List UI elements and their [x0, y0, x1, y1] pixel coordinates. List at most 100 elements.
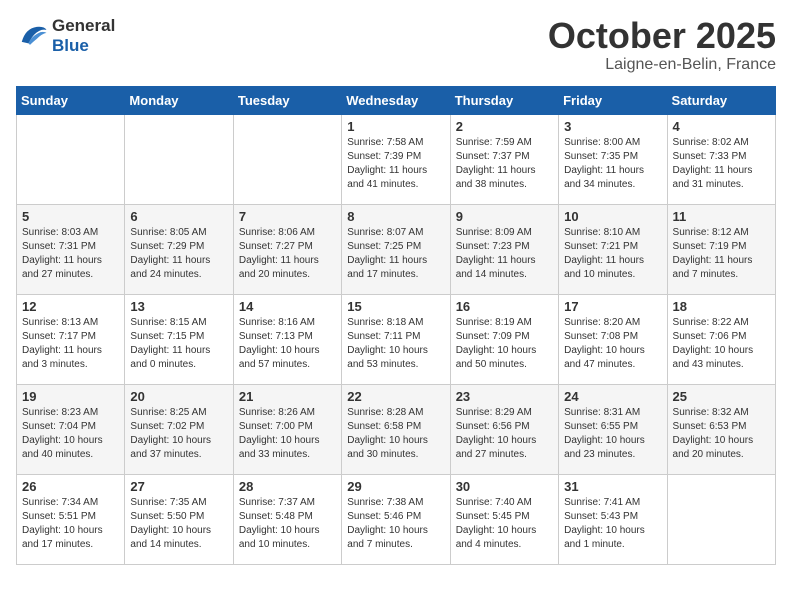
calendar-cell: 21 Sunrise: 8:26 AM Sunset: 7:00 PM Dayli…	[233, 384, 341, 474]
calendar-cell	[125, 114, 233, 204]
calendar-cell: 22 Sunrise: 8:28 AM Sunset: 6:58 PM Dayli…	[342, 384, 450, 474]
day-number: 12	[22, 299, 119, 314]
calendar-cell: 19Sunrise: 8:23 AM Sunset: 7:04 PM Dayli…	[17, 384, 125, 474]
weekday-header-sunday: Sunday	[17, 86, 125, 114]
calendar-cell: 12 Sunrise: 8:13 AM Sunset: 7:17 PM Dayli…	[17, 294, 125, 384]
calendar-cell: 23 Sunrise: 8:29 AM Sunset: 6:56 PM Dayli…	[450, 384, 558, 474]
calendar-cell: 4 Sunrise: 8:02 AM Sunset: 7:33 PM Daylig…	[667, 114, 775, 204]
week-row-2: 5 Sunrise: 8:03 AM Sunset: 7:31 PM Daylig…	[17, 204, 776, 294]
logo-general: General	[52, 16, 115, 36]
day-number: 8	[347, 209, 444, 224]
day-number: 30	[456, 479, 553, 494]
day-info: Sunrise: 7:38 AM Sunset: 5:46 PM Dayligh…	[347, 496, 444, 552]
day-info: Sunrise: 8:06 AM Sunset: 7:27 PM Dayligh…	[239, 226, 336, 282]
day-info: Sunrise: 7:41 AM Sunset: 5:43 PM Dayligh…	[564, 496, 661, 552]
day-info: Sunrise: 8:26 AM Sunset: 7:00 PM Dayligh…	[239, 406, 336, 462]
day-number: 15	[347, 299, 444, 314]
day-number: 27	[130, 479, 227, 494]
week-row-3: 12 Sunrise: 8:13 AM Sunset: 7:17 PM Dayli…	[17, 294, 776, 384]
weekday-header-monday: Monday	[125, 86, 233, 114]
day-number: 10	[564, 209, 661, 224]
day-info: Sunrise: 8:03 AM Sunset: 7:31 PM Dayligh…	[22, 226, 119, 282]
day-number: 13	[130, 299, 227, 314]
day-number: 16	[456, 299, 553, 314]
calendar-table: SundayMondayTuesdayWednesdayThursdayFrid…	[16, 86, 776, 565]
day-number: 4	[673, 119, 770, 134]
week-row-1: 1 Sunrise: 7:58 AM Sunset: 7:39 PM Daylig…	[17, 114, 776, 204]
day-number: 22	[347, 389, 444, 404]
day-info: Sunrise: 8:29 AM Sunset: 6:56 PM Dayligh…	[456, 406, 553, 462]
day-number: 21	[239, 389, 336, 404]
calendar-cell: 16 Sunrise: 8:19 AM Sunset: 7:09 PM Dayli…	[450, 294, 558, 384]
calendar-cell: 31 Sunrise: 7:41 AM Sunset: 5:43 PM Dayli…	[559, 474, 667, 564]
day-info: Sunrise: 8:23 AM Sunset: 7:04 PM Dayligh…	[22, 406, 119, 462]
calendar-cell: 8 Sunrise: 8:07 AM Sunset: 7:25 PM Daylig…	[342, 204, 450, 294]
week-row-5: 26Sunrise: 7:34 AM Sunset: 5:51 PM Dayli…	[17, 474, 776, 564]
calendar-cell: 11 Sunrise: 8:12 AM Sunset: 7:19 PM Dayli…	[667, 204, 775, 294]
day-info: Sunrise: 8:15 AM Sunset: 7:15 PM Dayligh…	[130, 316, 227, 372]
day-number: 14	[239, 299, 336, 314]
logo-blue: Blue	[52, 36, 115, 56]
day-number: 11	[673, 209, 770, 224]
calendar-cell: 17Sunrise: 8:20 AM Sunset: 7:08 PM Dayli…	[559, 294, 667, 384]
day-number: 28	[239, 479, 336, 494]
day-number: 5	[22, 209, 119, 224]
day-info: Sunrise: 8:10 AM Sunset: 7:21 PM Dayligh…	[564, 226, 661, 282]
day-info: Sunrise: 8:31 AM Sunset: 6:55 PM Dayligh…	[564, 406, 661, 462]
day-info: Sunrise: 7:35 AM Sunset: 5:50 PM Dayligh…	[130, 496, 227, 552]
calendar-cell: 24 Sunrise: 8:31 AM Sunset: 6:55 PM Dayli…	[559, 384, 667, 474]
day-number: 6	[130, 209, 227, 224]
calendar-cell: 15 Sunrise: 8:18 AM Sunset: 7:11 PM Dayli…	[342, 294, 450, 384]
day-number: 3	[564, 119, 661, 134]
calendar-cell: 29 Sunrise: 7:38 AM Sunset: 5:46 PM Dayli…	[342, 474, 450, 564]
calendar-cell: 3 Sunrise: 8:00 AM Sunset: 7:35 PM Daylig…	[559, 114, 667, 204]
day-number: 25	[673, 389, 770, 404]
weekday-header-row: SundayMondayTuesdayWednesdayThursdayFrid…	[17, 86, 776, 114]
calendar-cell: 14 Sunrise: 8:16 AM Sunset: 7:13 PM Dayli…	[233, 294, 341, 384]
calendar-cell: 26Sunrise: 7:34 AM Sunset: 5:51 PM Dayli…	[17, 474, 125, 564]
day-number: 31	[564, 479, 661, 494]
day-info: Sunrise: 7:58 AM Sunset: 7:39 PM Dayligh…	[347, 136, 444, 192]
day-info: Sunrise: 8:18 AM Sunset: 7:11 PM Dayligh…	[347, 316, 444, 372]
location: Laigne-en-Belin, France	[548, 56, 776, 74]
day-info: Sunrise: 8:05 AM Sunset: 7:29 PM Dayligh…	[130, 226, 227, 282]
day-number: 29	[347, 479, 444, 494]
month-title: October 2025	[548, 16, 776, 56]
day-info: Sunrise: 7:34 AM Sunset: 5:51 PM Dayligh…	[22, 496, 119, 552]
day-info: Sunrise: 7:59 AM Sunset: 7:37 PM Dayligh…	[456, 136, 553, 192]
day-number: 9	[456, 209, 553, 224]
calendar-cell: 6 Sunrise: 8:05 AM Sunset: 7:29 PM Daylig…	[125, 204, 233, 294]
calendar-cell	[667, 474, 775, 564]
day-info: Sunrise: 8:16 AM Sunset: 7:13 PM Dayligh…	[239, 316, 336, 372]
calendar-cell: 27 Sunrise: 7:35 AM Sunset: 5:50 PM Dayli…	[125, 474, 233, 564]
calendar-cell	[17, 114, 125, 204]
calendar-cell: 5 Sunrise: 8:03 AM Sunset: 7:31 PM Daylig…	[17, 204, 125, 294]
calendar-cell: 7Sunrise: 8:06 AM Sunset: 7:27 PM Daylig…	[233, 204, 341, 294]
calendar-cell: 28 Sunrise: 7:37 AM Sunset: 5:48 PM Dayli…	[233, 474, 341, 564]
calendar-cell: 13 Sunrise: 8:15 AM Sunset: 7:15 PM Dayli…	[125, 294, 233, 384]
day-number: 2	[456, 119, 553, 134]
day-info: Sunrise: 8:25 AM Sunset: 7:02 PM Dayligh…	[130, 406, 227, 462]
calendar-cell: 30 Sunrise: 7:40 AM Sunset: 5:45 PM Dayli…	[450, 474, 558, 564]
day-number: 17	[564, 299, 661, 314]
day-info: Sunrise: 8:12 AM Sunset: 7:19 PM Dayligh…	[673, 226, 770, 282]
day-info: Sunrise: 8:13 AM Sunset: 7:17 PM Dayligh…	[22, 316, 119, 372]
weekday-header-wednesday: Wednesday	[342, 86, 450, 114]
day-info: Sunrise: 7:37 AM Sunset: 5:48 PM Dayligh…	[239, 496, 336, 552]
weekday-header-thursday: Thursday	[450, 86, 558, 114]
calendar-cell: 2 Sunrise: 7:59 AM Sunset: 7:37 PM Daylig…	[450, 114, 558, 204]
calendar-cell: 1 Sunrise: 7:58 AM Sunset: 7:39 PM Daylig…	[342, 114, 450, 204]
day-info: Sunrise: 8:00 AM Sunset: 7:35 PM Dayligh…	[564, 136, 661, 192]
calendar-cell: 25Sunrise: 8:32 AM Sunset: 6:53 PM Dayli…	[667, 384, 775, 474]
day-info: Sunrise: 8:19 AM Sunset: 7:09 PM Dayligh…	[456, 316, 553, 372]
day-info: Sunrise: 8:02 AM Sunset: 7:33 PM Dayligh…	[673, 136, 770, 192]
day-info: Sunrise: 8:07 AM Sunset: 7:25 PM Dayligh…	[347, 226, 444, 282]
logo: General Blue	[16, 16, 115, 56]
day-info: Sunrise: 7:40 AM Sunset: 5:45 PM Dayligh…	[456, 496, 553, 552]
weekday-header-tuesday: Tuesday	[233, 86, 341, 114]
day-number: 23	[456, 389, 553, 404]
day-info: Sunrise: 8:28 AM Sunset: 6:58 PM Dayligh…	[347, 406, 444, 462]
day-number: 24	[564, 389, 661, 404]
day-number: 1	[347, 119, 444, 134]
calendar-cell: 20Sunrise: 8:25 AM Sunset: 7:02 PM Dayli…	[125, 384, 233, 474]
